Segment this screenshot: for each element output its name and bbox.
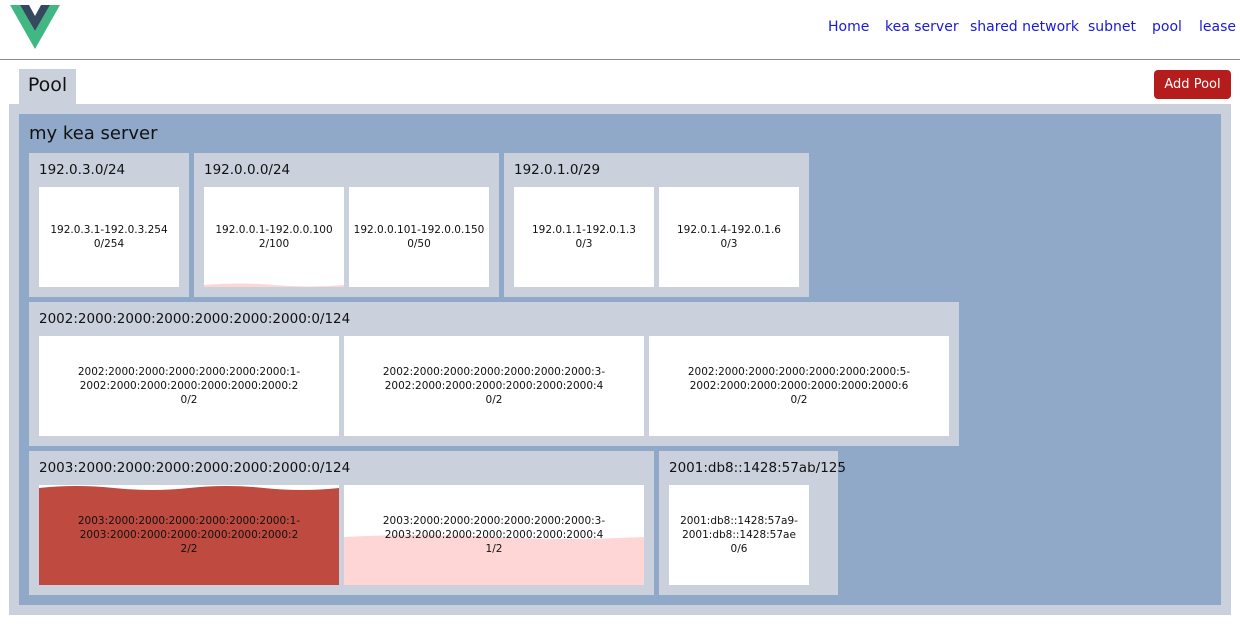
subnet-cidr: 2003:2000:2000:2000:2000:2000:2000:0/124 bbox=[39, 460, 351, 476]
pool-range-end: 2002:2000:2000:2000:2000:2000:2000:4 bbox=[384, 380, 604, 392]
pool-usage: 2/100 bbox=[258, 238, 290, 250]
pool-range-start: 2002:2000:2000:2000:2000:2000:2000:3- bbox=[382, 366, 606, 378]
pool-usage: 0/2 bbox=[790, 394, 808, 406]
pool-range-end: 2001:db8::1428:57ae bbox=[682, 529, 796, 541]
pool-range-end: 2003:2000:2000:2000:2000:2000:2000:2 bbox=[79, 529, 299, 541]
pool-card[interactable]: 192.0.1.1-192.0.1.3 0/3 bbox=[514, 187, 654, 287]
tab-pool[interactable]: Pool bbox=[19, 69, 76, 104]
pool-range: 192.0.3.1-192.0.3.254 bbox=[50, 224, 168, 236]
subnet-card: 192.0.3.0/24 192.0.3.1-192.0.3.254 0/254 bbox=[29, 153, 189, 297]
pool-range: 192.0.0.101-192.0.0.150 bbox=[353, 224, 485, 236]
pool-range: 192.0.1.1-192.0.1.3 bbox=[532, 224, 636, 236]
pool-card[interactable]: 192.0.3.1-192.0.3.254 0/254 bbox=[39, 187, 179, 287]
pool-usage: 1/2 bbox=[485, 543, 503, 555]
subnet-card: 2002:2000:2000:2000:2000:2000:2000:0/124… bbox=[29, 302, 959, 446]
subnet-cidr: 192.0.0.0/24 bbox=[204, 162, 291, 178]
pool-card[interactable]: 2002:2000:2000:2000:2000:2000:2000:3- 20… bbox=[344, 336, 644, 436]
pool-card[interactable]: 2001:db8::1428:57a9- 2001:db8::1428:57ae… bbox=[669, 485, 809, 585]
add-pool-button[interactable]: Add Pool bbox=[1154, 70, 1231, 99]
nav-link-shared-network[interactable]: shared network bbox=[970, 19, 1079, 35]
nav-link-subnet[interactable]: subnet bbox=[1088, 19, 1136, 35]
subnet-cidr: 2002:2000:2000:2000:2000:2000:2000:0/124 bbox=[39, 311, 351, 327]
pool-range-start: 2002:2000:2000:2000:2000:2000:2000:1- bbox=[77, 366, 301, 378]
pool-range-start: 2003:2000:2000:2000:2000:2000:2000:3- bbox=[382, 515, 606, 527]
top-navbar: Home kea server shared network subnet po… bbox=[0, 0, 1240, 60]
subnet-card: 2001:db8::1428:57ab/125 2001:db8::1428:5… bbox=[659, 451, 846, 595]
pool-usage: 2/2 bbox=[180, 543, 198, 555]
subnet-card: 192.0.0.0/24 192.0.0.1-192.0.0.100 2/100… bbox=[194, 153, 499, 297]
subnet-cidr: 2001:db8::1428:57ab/125 bbox=[669, 460, 846, 476]
pool-range: 192.0.0.1-192.0.0.100 bbox=[215, 224, 333, 236]
nav-link-lease[interactable]: lease bbox=[1199, 19, 1236, 35]
nav-link-pool[interactable]: pool bbox=[1152, 19, 1182, 35]
pool-usage: 0/2 bbox=[485, 394, 503, 406]
subnet-card: 192.0.1.0/29 192.0.1.1-192.0.1.3 0/3 192… bbox=[504, 153, 809, 297]
server-name: my kea server bbox=[29, 123, 158, 144]
pool-range-start: 2002:2000:2000:2000:2000:2000:2000:5- bbox=[687, 366, 911, 378]
pool-card[interactable]: 2002:2000:2000:2000:2000:2000:2000:1- 20… bbox=[39, 336, 339, 436]
pool-usage: 0/6 bbox=[730, 543, 748, 555]
pool-card[interactable]: 192.0.0.101-192.0.0.150 0/50 bbox=[349, 187, 489, 287]
subnet-cidr: 192.0.3.0/24 bbox=[39, 162, 126, 178]
subnet-card: 2003:2000:2000:2000:2000:2000:2000:0/124… bbox=[29, 451, 654, 595]
pool-card[interactable]: 192.0.0.1-192.0.0.100 2/100 bbox=[204, 187, 344, 287]
pool-range-end: 2003:2000:2000:2000:2000:2000:2000:4 bbox=[384, 529, 604, 541]
pool-range-end: 2002:2000:2000:2000:2000:2000:2000:2 bbox=[79, 380, 299, 392]
nav-link-kea-server[interactable]: kea server bbox=[885, 19, 959, 35]
pool-usage: 0/3 bbox=[575, 238, 593, 250]
pool-usage: 0/3 bbox=[720, 238, 738, 250]
pool-card[interactable]: 2003:2000:2000:2000:2000:2000:2000:3- 20… bbox=[344, 485, 644, 585]
pool-card[interactable]: 192.0.1.4-192.0.1.6 0/3 bbox=[659, 187, 799, 287]
nav-link-home[interactable]: Home bbox=[828, 19, 869, 35]
subnet-cidr: 192.0.1.0/29 bbox=[514, 162, 601, 178]
pool-range-end: 2002:2000:2000:2000:2000:2000:2000:6 bbox=[689, 380, 909, 392]
pool-card[interactable]: 2003:2000:2000:2000:2000:2000:2000:1- 20… bbox=[39, 485, 339, 585]
pool-range-start: 2001:db8::1428:57a9- bbox=[680, 515, 798, 527]
main-nav: Home kea server shared network subnet po… bbox=[0, 19, 1240, 39]
pool-card[interactable]: 2002:2000:2000:2000:2000:2000:2000:5- 20… bbox=[649, 336, 949, 436]
pool-usage: 0/254 bbox=[93, 238, 125, 250]
pool-range-start: 2003:2000:2000:2000:2000:2000:2000:1- bbox=[77, 515, 301, 527]
pool-range: 192.0.1.4-192.0.1.6 bbox=[677, 224, 781, 236]
pool-usage: 0/2 bbox=[180, 394, 198, 406]
pool-usage: 0/50 bbox=[407, 238, 431, 250]
